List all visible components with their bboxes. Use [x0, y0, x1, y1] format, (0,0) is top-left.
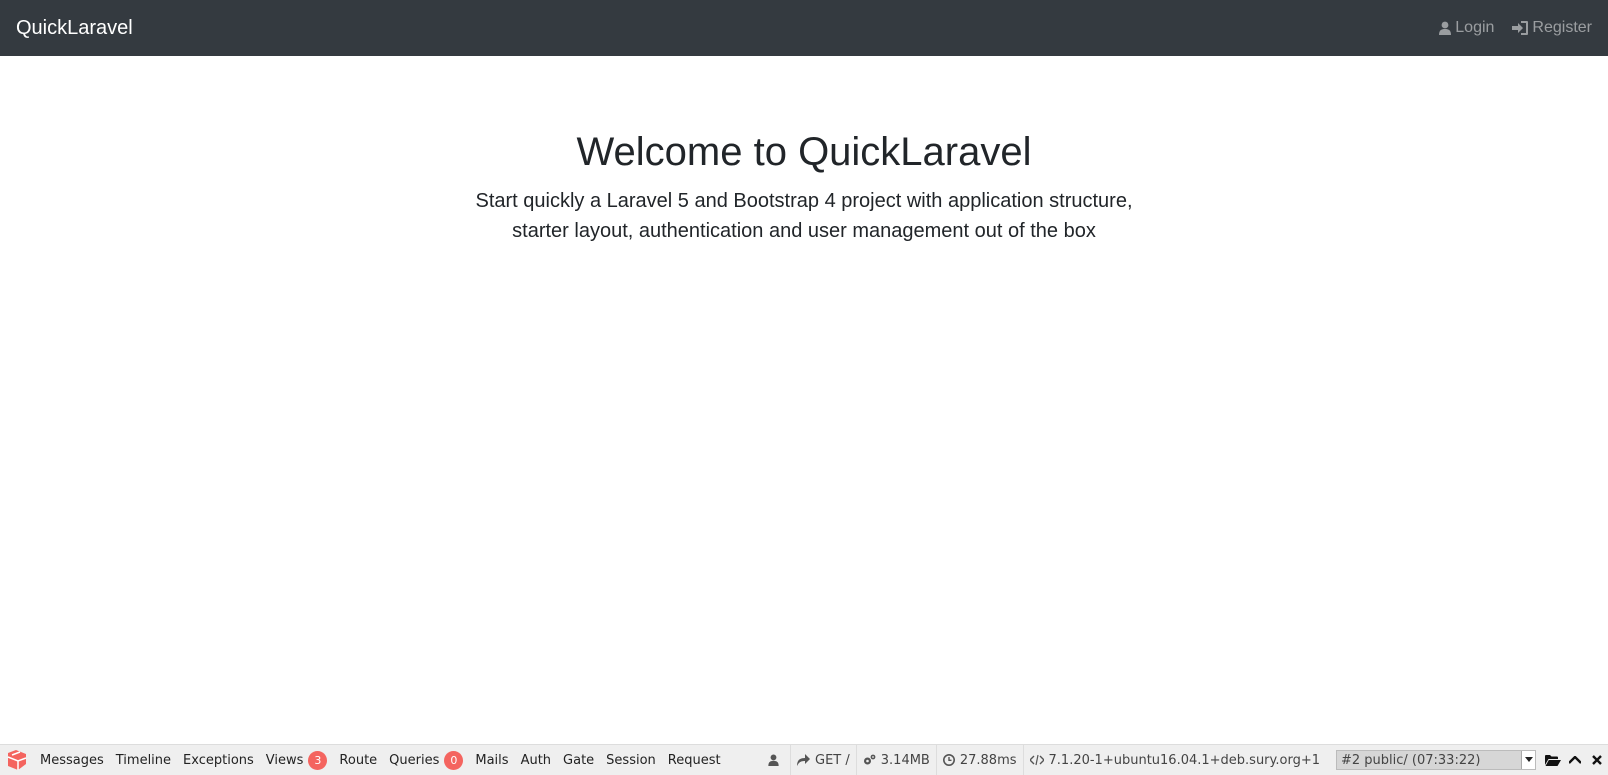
maximize-button[interactable] [1564, 745, 1586, 775]
auth-indicator [762, 745, 790, 775]
close-debugbar-button[interactable] [1586, 745, 1608, 775]
tab-exceptions-label: Exceptions [183, 752, 254, 768]
tab-auth-label: Auth [520, 752, 552, 768]
tab-request-label: Request [667, 752, 721, 768]
debugbar-logo[interactable] [0, 745, 34, 775]
debugbar: Messages Timeline Exceptions Views 3 Rou… [0, 744, 1608, 775]
register-label: Register [1532, 19, 1592, 36]
debugbar-tabs: Messages Timeline Exceptions Views 3 Rou… [34, 745, 727, 775]
welcome-hero: Welcome to QuickLaravel Start quickly a … [0, 128, 1608, 246]
route-indicator: GET / [790, 745, 856, 775]
close-icon [1592, 755, 1602, 765]
tab-mails-label: Mails [475, 752, 509, 768]
tab-request[interactable]: Request [662, 745, 727, 775]
tab-queries[interactable]: Queries 0 [383, 745, 469, 775]
dataset-select-value: #2 public/ (07:33:22) [1341, 752, 1481, 768]
tab-queries-label: Queries [389, 752, 440, 768]
tab-messages[interactable]: Messages [34, 745, 110, 775]
tab-gate-label: Gate [563, 752, 595, 768]
sign-in-icon [1512, 21, 1529, 35]
brand-link[interactable]: QuickLaravel [16, 18, 133, 38]
memory-indicator: 3.14MB [855, 745, 936, 775]
login-link[interactable]: Login [1439, 19, 1494, 37]
php-version-value: 7.1.20-1+ubuntu16.04.1+deb.sury.org+1 [1048, 752, 1320, 768]
register-link[interactable]: Register [1512, 19, 1592, 37]
laravel-logo-icon [7, 750, 27, 770]
tab-session-label: Session [606, 752, 656, 768]
clock-icon [942, 754, 955, 766]
cogs-icon [863, 754, 876, 765]
user-icon [768, 754, 779, 766]
subtitle-line-2: starter layout, authentication and user … [512, 220, 1096, 242]
tab-views-label: Views [265, 752, 304, 768]
views-count-badge: 3 [308, 750, 328, 770]
time-value: 27.88ms [959, 752, 1017, 768]
tab-route[interactable]: Route [333, 745, 383, 775]
tab-route-label: Route [339, 752, 378, 768]
subtitle-line-1: Start quickly a Laravel 5 and Bootstrap … [475, 190, 1133, 212]
chevron-down-icon [1521, 751, 1535, 769]
tab-timeline[interactable]: Timeline [110, 745, 177, 775]
route-value: GET / [815, 752, 850, 768]
tab-exceptions[interactable]: Exceptions [177, 745, 260, 775]
time-indicator: 27.88ms [935, 745, 1023, 775]
dataset-select[interactable]: #2 public/ (07:33:22) [1336, 750, 1536, 770]
open-folder-button[interactable] [1542, 745, 1564, 775]
tab-views[interactable]: Views 3 [260, 745, 334, 775]
tab-timeline-label: Timeline [115, 752, 172, 768]
auth-links: Login Register [1439, 19, 1592, 37]
queries-count-badge: 0 [444, 750, 464, 770]
login-label: Login [1455, 19, 1495, 36]
memory-value: 3.14MB [880, 752, 930, 768]
hero-subtitle: Start quickly a Laravel 5 and Bootstrap … [0, 186, 1608, 246]
tab-auth[interactable]: Auth [515, 745, 557, 775]
tab-gate[interactable]: Gate [557, 745, 600, 775]
top-navbar: QuickLaravel Login Register [0, 0, 1608, 56]
code-icon [1029, 754, 1044, 766]
user-icon [1439, 21, 1452, 35]
tab-messages-label: Messages [40, 752, 104, 768]
tab-mails[interactable]: Mails [469, 745, 514, 775]
share-icon [797, 754, 811, 766]
page-title: Welcome to QuickLaravel [576, 130, 1032, 174]
folder-open-icon [1545, 754, 1561, 766]
php-version-indicator: 7.1.20-1+ubuntu16.04.1+deb.sury.org+1 [1022, 745, 1326, 775]
debugbar-indicators: GET / 3.14MB 27.88ms 7.1.20-1+ubuntu16.0… [762, 745, 1608, 775]
tab-session[interactable]: Session [600, 745, 662, 775]
chevron-up-icon [1569, 755, 1581, 764]
